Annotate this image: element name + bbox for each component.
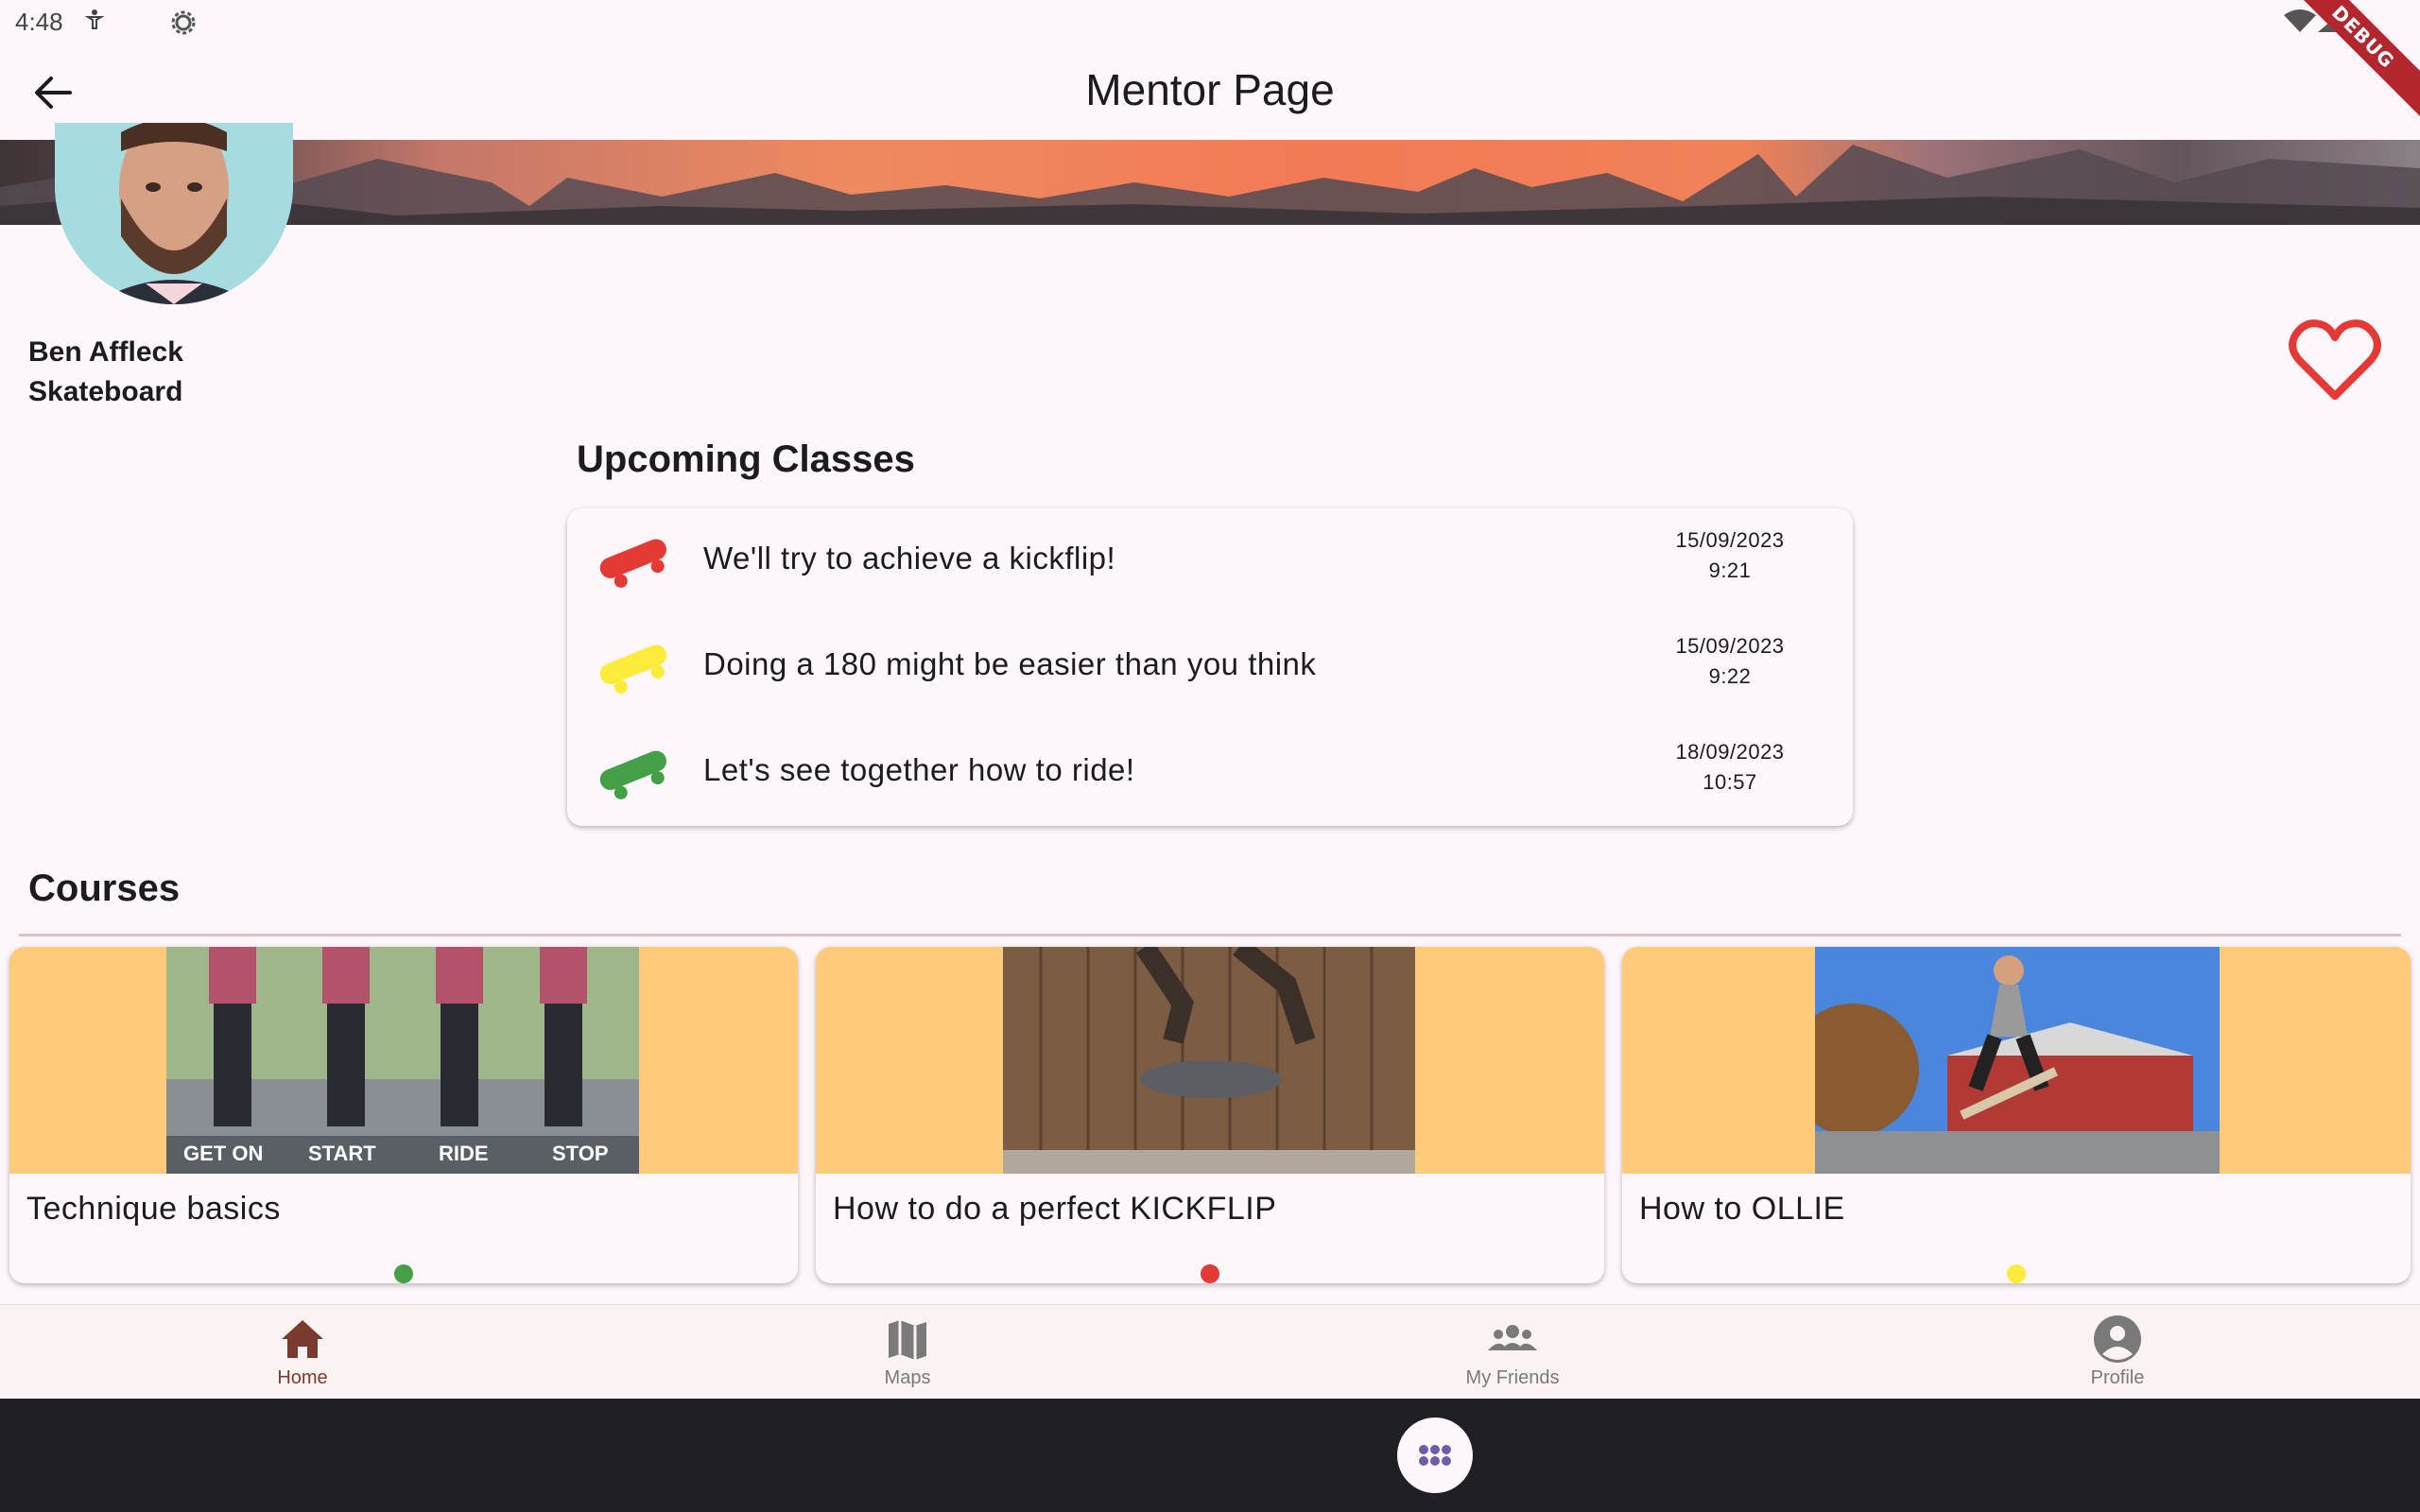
nav-label: Profile — [2090, 1367, 2145, 1388]
nav-label: Maps — [884, 1367, 931, 1388]
bottom-navigation-bar: Home Maps My Friends Profile — [0, 1304, 2420, 1399]
people-icon — [1488, 1325, 1537, 1350]
courses-divider — [19, 934, 2401, 936]
nav-item-profile[interactable]: Profile — [1815, 1305, 2420, 1400]
app-bar: Mentor Page — [0, 45, 2420, 140]
image-caption: STOP — [552, 1142, 609, 1165]
course-media — [1622, 947, 2411, 1174]
wifi-icon — [2284, 9, 2316, 37]
class-time: 9:22 — [1708, 664, 1752, 688]
course-thumbnail — [1815, 947, 2220, 1174]
course-card[interactable]: GET ON START RIDE STOP Technique basics — [9, 947, 798, 1283]
system-navigation-bar — [0, 1399, 2420, 1512]
course-title: How to do a perfect KICKFLIP — [833, 1191, 1277, 1227]
course-title: Technique basics — [26, 1191, 281, 1227]
course-thumbnail — [1003, 947, 1415, 1174]
image-caption: GET ON — [183, 1142, 264, 1165]
skateboard-icon — [599, 644, 666, 694]
nav-item-home[interactable]: Home — [0, 1305, 605, 1400]
app-launcher-button[interactable] — [1397, 1418, 1473, 1493]
nav-label: My Friends — [1465, 1367, 1560, 1388]
course-title: How to OLLIE — [1639, 1191, 1845, 1227]
course-card[interactable]: How to do a perfect KICKFLIP — [816, 947, 1604, 1283]
mentor-avatar — [55, 123, 293, 304]
courses-heading: Courses — [28, 868, 181, 909]
nav-item-my-friends[interactable]: My Friends — [1210, 1305, 1815, 1400]
class-item[interactable]: Doing a 180 might be easier than you thi… — [567, 614, 1853, 720]
home-icon — [282, 1320, 323, 1358]
skateboard-icon — [599, 750, 666, 799]
class-datetime: 15/09/2023 9:22 — [1635, 631, 1824, 692]
course-status-dot — [2007, 1264, 2026, 1283]
nav-label: Home — [277, 1367, 328, 1388]
class-date: 18/09/2023 — [1675, 740, 1785, 764]
course-card[interactable]: How to OLLIE — [1622, 947, 2411, 1283]
course-status-dot — [1201, 1264, 1219, 1283]
status-time: 4:48 — [15, 8, 63, 36]
account-circle-icon — [2094, 1315, 2141, 1363]
class-item[interactable]: We'll try to achieve a kickflip! 15/09/2… — [567, 508, 1853, 614]
apps-grid-icon — [1419, 1445, 1451, 1466]
upcoming-classes-heading: Upcoming Classes — [577, 438, 915, 480]
class-date: 15/09/2023 — [1675, 528, 1785, 552]
cover-banner-image — [0, 140, 2420, 225]
upcoming-classes-card: We'll try to achieve a kickflip! 15/09/2… — [567, 508, 1853, 826]
mentor-sport: Skateboard — [28, 376, 183, 407]
page-title: Mentor Page — [1085, 65, 1335, 114]
skateboard-icon — [599, 539, 666, 588]
class-time: 9:21 — [1708, 558, 1752, 582]
status-bar: 4:48 DEBUG — [0, 0, 2420, 135]
map-icon — [889, 1320, 926, 1360]
course-thumbnail: GET ON START RIDE STOP — [166, 947, 639, 1174]
heart-outline-icon — [2289, 319, 2381, 400]
course-status-dot — [394, 1264, 413, 1283]
mentor-name: Ben Affleck — [28, 336, 183, 368]
class-datetime: 15/09/2023 9:21 — [1635, 525, 1824, 586]
course-media: GET ON START RIDE STOP — [9, 947, 798, 1174]
settings-gear-icon — [168, 8, 199, 43]
accessibility-icon — [83, 8, 106, 37]
class-item[interactable]: Let's see together how to ride! 18/09/20… — [567, 720, 1853, 826]
image-caption: START — [308, 1142, 376, 1165]
class-time: 10:57 — [1703, 770, 1757, 794]
image-caption: RIDE — [439, 1142, 489, 1165]
class-title: Let's see together how to ride! — [703, 752, 1135, 787]
class-title: Doing a 180 might be easier than you thi… — [703, 646, 1317, 681]
course-media — [816, 947, 1604, 1174]
class-title: We'll try to achieve a kickflip! — [703, 541, 1116, 576]
nav-item-maps[interactable]: Maps — [605, 1305, 1210, 1400]
class-datetime: 18/09/2023 10:57 — [1635, 737, 1824, 798]
favorite-button[interactable] — [2288, 317, 2382, 404]
class-date: 15/09/2023 — [1675, 634, 1785, 658]
